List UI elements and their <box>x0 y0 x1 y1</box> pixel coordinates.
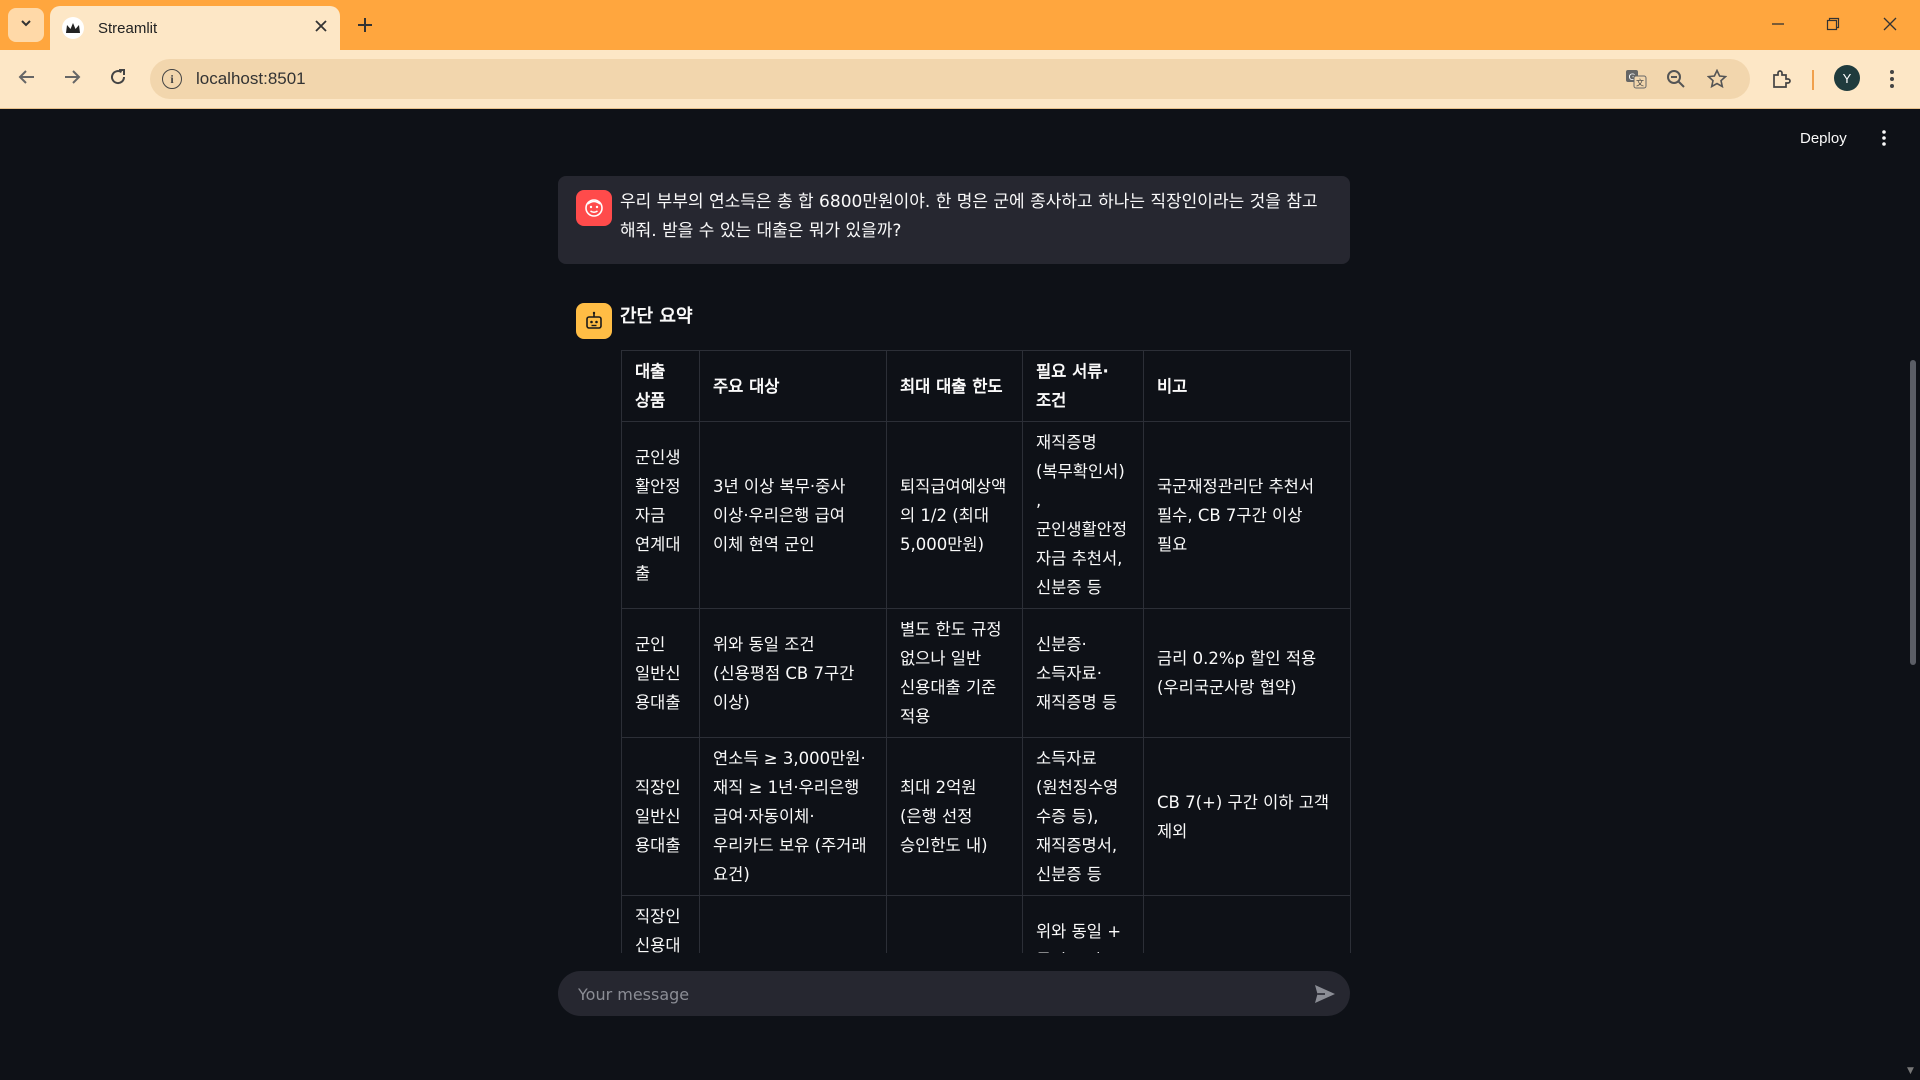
reload-icon <box>109 67 127 91</box>
column-header: 필요 서류·조건 <box>1022 350 1144 422</box>
table-cell: 소득자료(원천징수영수증 등), 재직증명서, 신분증 등 <box>1022 737 1144 896</box>
table-cell: CB 7(+) 구간 이하 고객 제외 <box>1143 737 1351 896</box>
back-button[interactable] <box>12 64 42 94</box>
table-cell: 퇴직급여예상액의 1/2 (최대 5,000만원) <box>886 421 1023 609</box>
column-header: 최대 대출 한도 <box>886 350 1023 422</box>
table-cell <box>699 895 887 953</box>
table-cell: 최대 2억원(은행 선정 승인한도 내) <box>886 737 1023 896</box>
table-cell: 직장인 일반신용대출 <box>621 737 700 896</box>
table-row: 군인생활안정자금 연계대출 3년 이상 복무·중사 이상·우리은행 급여 이체 … <box>621 421 1351 609</box>
table-cell: 국군재정관리단 추천서 필수, CB 7구간 이상 필요 <box>1143 421 1351 609</box>
column-header: 주요 대상 <box>699 350 887 422</box>
streamlit-crown-icon <box>62 17 84 39</box>
puzzle-icon[interactable] <box>1767 65 1795 93</box>
table-cell: 위와 동일 + 통신·공과금· <box>1022 895 1144 953</box>
tab-title: Streamlit <box>98 19 158 37</box>
table-cell: 신분증·소득자료·재직증명 등 <box>1022 608 1144 738</box>
table-cell: 금리 0.2%p 할인 적용(우리국군사랑 협약) <box>1143 608 1351 738</box>
close-icon[interactable] <box>314 18 328 37</box>
new-tab-button[interactable] <box>350 10 380 40</box>
chevron-down-icon <box>19 16 33 34</box>
column-header: 대출 상품 <box>621 350 700 422</box>
toolbar-divider <box>1812 70 1814 90</box>
table-cell: 3년 이상 복무·중사 이상·우리은행 급여 이체 현역 군인 <box>699 421 887 609</box>
table-cell: 위와 동일 조건(신용평점 CB 7구간 이상) <box>699 608 887 738</box>
user-avatar-icon <box>576 190 612 226</box>
user-message-text: 우리 부부의 연소득은 총 합 6800만원이야. 한 명은 군에 종사하고 하… <box>620 192 1318 241</box>
minimize-button[interactable] <box>1760 10 1796 38</box>
plus-icon <box>357 11 373 39</box>
table-row: 직장인 신용대출 위와 동일 + 통신·공과금· <box>621 895 1351 953</box>
table-header-row: 대출 상품 주요 대상 최대 대출 한도 필요 서류·조건 비고 <box>621 350 1351 422</box>
profile-avatar[interactable]: Y <box>1834 65 1860 91</box>
loan-table: 대출 상품 주요 대상 최대 대출 한도 필요 서류·조건 비고 군인생활안정자… <box>621 350 1351 953</box>
column-header: 비고 <box>1143 350 1351 422</box>
forward-button[interactable] <box>57 64 87 94</box>
table-cell: 재직증명(복무확인서), 군인생활안정자금 추천서, 신분증 등 <box>1022 421 1144 609</box>
table-cell: 군인생활안정자금 연계대출 <box>621 421 700 609</box>
scrollbar[interactable] <box>1910 360 1916 665</box>
deploy-button[interactable]: Deploy <box>1800 130 1847 147</box>
scroll-down-arrow-icon[interactable]: ▼ <box>1907 1066 1914 1076</box>
assistant-avatar-icon <box>576 303 612 339</box>
close-window-button[interactable] <box>1872 10 1908 38</box>
url-text[interactable]: localhost:8501 <box>196 69 306 89</box>
svg-text:文: 文 <box>1636 78 1644 88</box>
table-cell: 연소득 ≥ 3,000만원·재직 ≥ 1년·우리은행 급여·자동이체·우리카드 … <box>699 737 887 896</box>
browser-tab[interactable]: Streamlit <box>50 6 340 50</box>
table-row: 직장인 일반신용대출 연소득 ≥ 3,000만원·재직 ≥ 1년·우리은행 급여… <box>621 737 1351 896</box>
kebab-menu-icon[interactable] <box>1872 126 1896 150</box>
chat-input-box[interactable] <box>558 971 1350 1018</box>
reload-button[interactable] <box>103 64 133 94</box>
restore-button[interactable] <box>1815 10 1851 38</box>
arrow-left-icon <box>18 67 36 91</box>
table-cell: 직장인 신용대출 <box>621 895 700 953</box>
chat-scroll-area: 우리 부부의 연소득은 총 합 6800만원이야. 한 명은 군에 종사하고 하… <box>0 108 1920 953</box>
zoom-out-icon[interactable] <box>1664 67 1688 91</box>
table-row: 군인 일반신용대출 위와 동일 조건(신용평점 CB 7구간 이상) 별도 한도… <box>621 608 1351 738</box>
assistant-heading: 간단 요약 <box>620 306 693 327</box>
table-cell <box>1143 895 1351 953</box>
user-message: 우리 부부의 연소득은 총 합 6800만원이야. 한 명은 군에 종사하고 하… <box>558 176 1350 264</box>
table-cell <box>886 895 1023 953</box>
address-bar[interactable]: i localhost:8501 G文 <box>150 59 1750 99</box>
kebab-menu-icon[interactable] <box>1878 65 1906 93</box>
table-cell: 군인 일반신용대출 <box>621 608 700 738</box>
star-icon[interactable] <box>1705 67 1729 91</box>
app-header: Deploy <box>0 108 1920 172</box>
arrow-right-icon <box>63 67 81 91</box>
browser-toolbar: i localhost:8501 G文 Y <box>0 50 1920 109</box>
browser-tab-strip: Streamlit <box>0 0 1920 50</box>
send-icon[interactable] <box>1312 981 1338 1007</box>
chat-input[interactable] <box>576 971 1280 1018</box>
translate-icon[interactable]: G文 <box>1624 67 1648 91</box>
info-icon[interactable]: i <box>162 69 182 89</box>
table-cell: 별도 한도 규정 없으나 일반 신용대출 기준 적용 <box>886 608 1023 738</box>
tab-search-button[interactable] <box>8 8 44 42</box>
